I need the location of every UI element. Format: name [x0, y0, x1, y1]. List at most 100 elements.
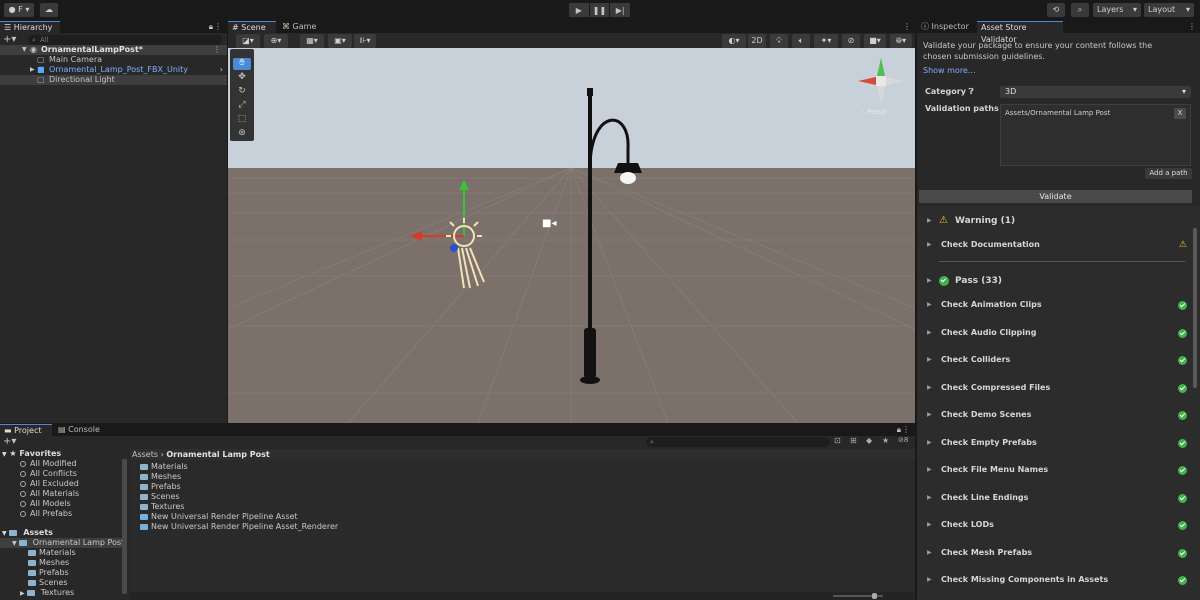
more-options-icon[interactable]: ⋮ — [903, 22, 911, 31]
tab-hierarchy[interactable]: ☰ Hierarchy — [0, 21, 60, 33]
add-object-button[interactable]: +▾ — [3, 34, 16, 45]
snap-dropdown[interactable]: ▣▾ — [328, 34, 352, 48]
check-row-item[interactable]: ▶ Check Line Endings — [925, 491, 1197, 505]
transform-tool-button[interactable]: ⊛ — [233, 128, 251, 140]
star-icon[interactable]: ★ — [882, 436, 889, 445]
tag-icon[interactable]: ◆ — [866, 436, 872, 445]
tree-item[interactable]: Materials — [28, 548, 76, 558]
layout-dropdown[interactable]: Layout ▾ — [1144, 3, 1194, 17]
help-icon[interactable]: ❓︎ — [969, 87, 974, 96]
check-row-documentation[interactable]: ▶ Check Documentation ⚠ — [925, 238, 1197, 252]
hierarchy-item-directional-light[interactable]: ▢ Directional Light — [0, 75, 227, 85]
check-row-item[interactable]: ▶ Check LODs — [925, 518, 1197, 532]
tree-scrollbar[interactable] — [122, 459, 127, 594]
tree-item[interactable]: ▶ Textures — [20, 588, 74, 598]
step-button[interactable]: ▶| — [610, 3, 631, 17]
validation-path-item[interactable]: Assets/Ornamental Lamp Post — [1005, 109, 1110, 117]
check-row-item[interactable]: ▶ Check Compressed Files — [925, 381, 1197, 395]
audio-toggle[interactable]: 🔈︎ — [792, 34, 810, 48]
tab-inspector[interactable]: ⓘ Inspector — [917, 21, 975, 33]
results-scrollbar[interactable] — [1193, 228, 1197, 388]
file-item[interactable]: Textures — [140, 502, 184, 512]
check-row-item[interactable]: ▶ Check Empty Prefabs — [925, 436, 1197, 450]
grid-snap-dropdown[interactable]: ▦▾ — [300, 34, 324, 48]
tree-item[interactable]: Scenes — [28, 578, 68, 588]
lighting-toggle[interactable]: 💡︎ — [770, 34, 788, 48]
file-item[interactable]: Prefabs — [140, 482, 181, 492]
tab-scene[interactable]: # Scene — [228, 21, 276, 33]
more-options-icon[interactable]: ⋮ — [1188, 22, 1196, 31]
breadcrumb-current[interactable]: Ornamental Lamp Post — [166, 450, 269, 459]
gizmos-dropdown[interactable]: 🌐︎▾ — [890, 34, 912, 48]
search-by-type-icon[interactable]: ⊡ — [834, 436, 841, 445]
cloud-button[interactable]: ☁ — [40, 3, 58, 17]
remove-path-button[interactable]: X — [1174, 108, 1186, 119]
validate-button[interactable]: Validate — [919, 190, 1192, 203]
favorite-item[interactable]: All Models — [20, 499, 71, 509]
pivot-dropdown[interactable]: ⊕▾ — [264, 34, 288, 48]
search-button[interactable]: ⌕ — [1071, 3, 1089, 17]
icon-size-slider-handle[interactable] — [872, 593, 877, 599]
tab-console[interactable]: ▤ Console — [54, 424, 104, 436]
more-options-icon[interactable]: ⋮ — [902, 425, 910, 434]
move-tool-button[interactable]: ✥ — [233, 72, 251, 84]
rotate-tool-button[interactable]: ↻ — [233, 86, 251, 98]
tree-item[interactable]: Meshes — [28, 558, 69, 568]
rect-tool-button[interactable]: ⬚ — [233, 114, 251, 126]
hierarchy-search-input[interactable]: ⌕ All — [28, 35, 222, 45]
pass-group-header[interactable]: ▶ Pass (33) — [925, 274, 1197, 288]
project-search-input[interactable]: ⌕ — [646, 437, 830, 447]
category-dropdown[interactable]: 3D ▾ — [1000, 86, 1191, 98]
show-more-link[interactable]: Show more... — [923, 66, 975, 75]
orientation-gizmo[interactable] — [856, 56, 906, 106]
check-row-item[interactable]: ▶ Check Missing Components in Assets — [925, 573, 1197, 587]
tree-item[interactable]: Prefabs — [28, 568, 69, 578]
check-row-item[interactable]: ▶ Check Audio Clipping — [925, 326, 1197, 340]
file-item[interactable]: Meshes — [140, 472, 181, 482]
favorite-item[interactable]: All Modified — [20, 459, 77, 469]
account-dropdown[interactable]: ● F ▾ — [4, 3, 34, 17]
hidden-packages-toggle[interactable]: ⊘8 — [898, 436, 908, 444]
draw-mode-dropdown[interactable]: ◪▾ — [236, 34, 260, 48]
more-options-icon[interactable]: ⋮ — [214, 22, 222, 31]
lock-icon[interactable]: 🔒︎ — [209, 22, 213, 32]
tab-project[interactable]: ▬ Project — [0, 424, 52, 436]
lock-icon[interactable]: 🔒︎ — [897, 425, 901, 435]
camera-gizmo-icon[interactable]: ■◂ — [542, 218, 556, 229]
lamp-post-model[interactable] — [558, 88, 678, 388]
tab-game[interactable]: ⌘ Game — [278, 21, 322, 33]
check-row-item[interactable]: ▶ Check Animation Clips — [925, 298, 1197, 312]
layers-dropdown[interactable]: Layers ▾ — [1093, 3, 1141, 17]
hierarchy-item-main-camera[interactable]: ▢ Main Camera — [0, 55, 227, 65]
check-row-item[interactable]: ▶ Check File Menu Names — [925, 463, 1197, 477]
file-item[interactable]: Scenes — [140, 492, 180, 502]
mode-2d-button[interactable]: 2D — [748, 34, 766, 48]
directional-light-gizmo[interactable] — [408, 178, 498, 298]
scene-root-row[interactable]: ▼ ◉ OrnamentalLampPost* ⋮ — [0, 45, 227, 55]
check-row-item[interactable]: ▶ Check Colliders — [925, 353, 1197, 367]
visibility-dropdown[interactable]: ◐▾ — [722, 34, 746, 48]
favorites-header[interactable]: ▼ ★ Favorites — [2, 449, 61, 459]
create-asset-button[interactable]: +▾ — [3, 436, 16, 447]
check-row-item[interactable]: ▶ Check Demo Scenes — [925, 408, 1197, 422]
persp-label[interactable]: ‹ Persp — [862, 108, 886, 116]
warning-group-header[interactable]: ▶ ⚠ Warning (1) — [925, 214, 1197, 228]
hierarchy-item-lamp-post[interactable]: ▶ ■ Ornamental_Lamp_Post_FBX_Unity › — [0, 65, 227, 75]
chevron-right-icon[interactable]: › — [220, 65, 223, 75]
scene-viewport[interactable]: ■◂ ✋︎ ✥ ↻ ⤢ ⬚ ⊛ ‹ Persp — [228, 48, 915, 423]
favorite-item[interactable]: All Conflicts — [20, 469, 77, 479]
file-item[interactable]: New Universal Render Pipeline Asset — [140, 512, 298, 522]
favorite-item[interactable]: All Prefabs — [20, 509, 72, 519]
increment-snap-dropdown[interactable]: ⊪▾ — [354, 34, 376, 48]
assets-header[interactable]: ▼ Assets — [2, 528, 53, 538]
tree-item-selected-folder[interactable]: ▼ Ornamental Lamp Post — [0, 538, 124, 548]
pause-button[interactable]: ❚❚ — [589, 3, 610, 17]
add-path-button[interactable]: Add a path — [1145, 168, 1192, 179]
more-options-icon[interactable]: ⋮ — [213, 45, 221, 55]
effects-dropdown[interactable]: ✦▾ — [814, 34, 838, 48]
breadcrumb-root[interactable]: Assets — [132, 450, 158, 459]
hand-tool-button[interactable]: ✋︎ — [233, 58, 251, 70]
file-item[interactable]: Materials — [140, 462, 188, 472]
hidden-objects-toggle[interactable]: ⊘ — [842, 34, 860, 48]
camera-dropdown[interactable]: ■▾ — [864, 34, 886, 48]
